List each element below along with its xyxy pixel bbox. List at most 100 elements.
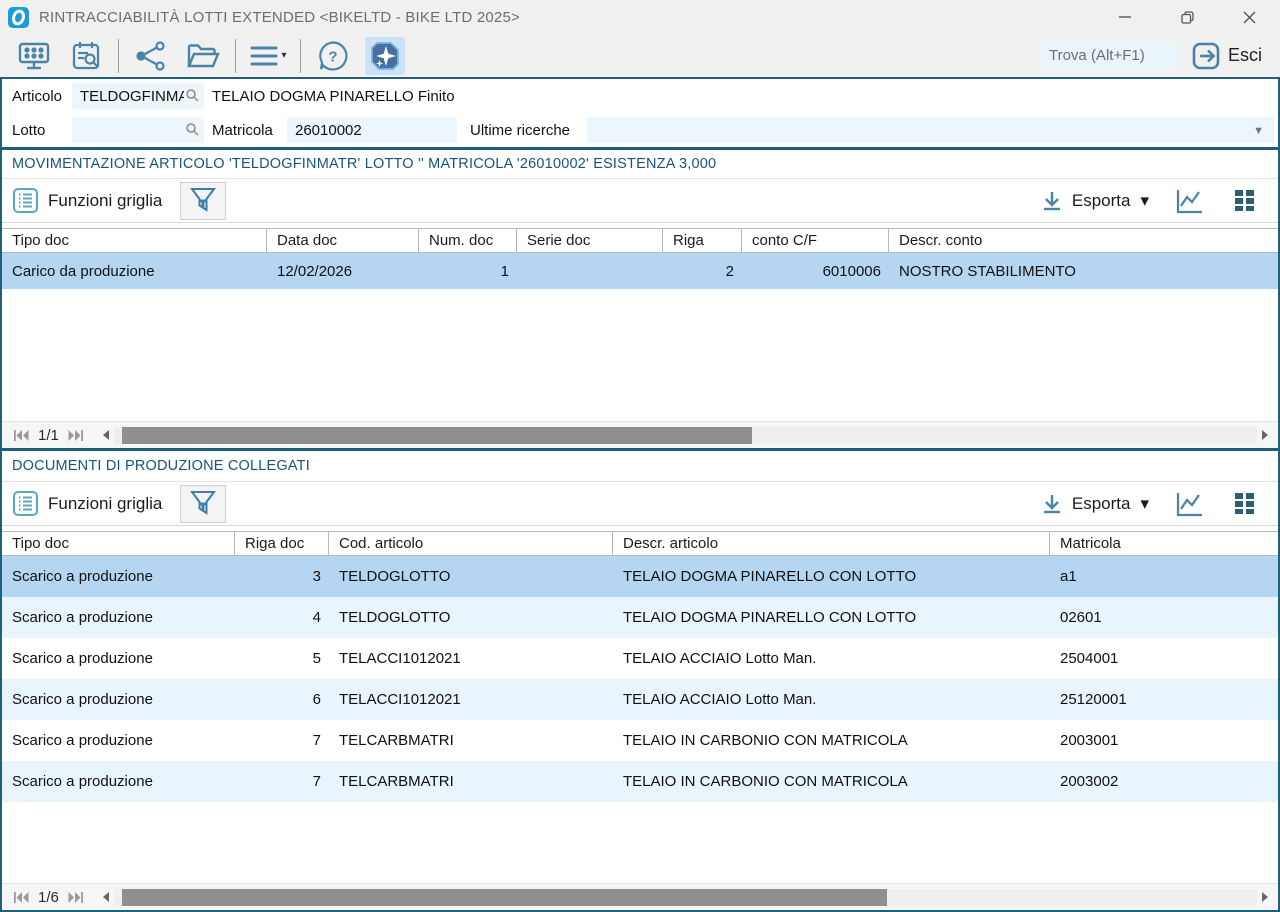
table-cell: 2003001 <box>1050 720 1278 761</box>
scroll-right-icon[interactable] <box>1257 430 1274 440</box>
chevron-down-icon: ▾ <box>1140 191 1149 211</box>
ultime-ricerche-label: Ultime ricerche <box>470 122 570 139</box>
svg-text:?: ? <box>328 48 337 65</box>
documenti-section-title: DOCUMENTI DI PRODUZIONE COLLEGATI <box>2 451 1278 482</box>
minimize-button[interactable] <box>1094 0 1156 34</box>
table-cell: 6010006 <box>742 253 889 289</box>
share-icon[interactable] <box>125 37 177 75</box>
table-row[interactable]: Scarico a produzione5TELACCI1012021TELAI… <box>2 638 1278 679</box>
column-header[interactable]: Num. doc <box>419 229 517 252</box>
sparkle-ai-icon[interactable] <box>365 37 405 75</box>
search-input[interactable]: Trova (Alt+F1) <box>1041 43 1177 69</box>
table-cell: TELDOGLOTTO <box>329 597 613 638</box>
first-page-icon[interactable] <box>10 892 32 903</box>
table-cell: 12/02/2026 <box>267 253 419 289</box>
funzioni-griglia-label[interactable]: Funzioni griglia <box>48 494 162 514</box>
table-cell: 6 <box>235 679 329 720</box>
column-header[interactable]: Cod. articolo <box>329 532 613 555</box>
page-indicator: 1/6 <box>38 889 59 906</box>
first-page-icon[interactable] <box>10 430 32 441</box>
chart-button[interactable] <box>1175 491 1203 517</box>
table-cell: 7 <box>235 720 329 761</box>
grid2-toolbar: Funzioni griglia T Esporta ▾ <box>2 482 1278 526</box>
matricola-label: Matricola <box>212 122 273 139</box>
column-header[interactable]: Descr. conto <box>889 229 1278 252</box>
exit-button[interactable]: Esci <box>1191 41 1262 71</box>
toolbar-separator <box>118 39 119 73</box>
column-header[interactable]: Tipo doc <box>2 229 267 252</box>
calendar-search-icon[interactable] <box>60 37 112 75</box>
help-icon[interactable]: ? <box>307 37 359 75</box>
chevron-down-icon: ▾ <box>281 50 286 61</box>
column-header[interactable]: Data doc <box>267 229 419 252</box>
restore-button[interactable] <box>1156 0 1218 34</box>
funzioni-griglia-label[interactable]: Funzioni griglia <box>48 191 162 211</box>
search-icon[interactable] <box>185 122 199 136</box>
esporta-button[interactable]: Esporta ▾ <box>1040 492 1149 516</box>
table-cell: 25120001 <box>1050 679 1278 720</box>
window-title: RINTRACCIABILITÀ LOTTI EXTENDED <BIKELTD… <box>39 9 1094 26</box>
table-cell: 3 <box>235 556 329 597</box>
grid1-pager: 1/1 <box>2 421 1278 448</box>
scroll-left-icon[interactable] <box>97 430 114 440</box>
column-header[interactable]: Descr. articolo <box>613 532 1050 555</box>
table-row[interactable]: Scarico a produzione3TELDOGLOTTOTELAIO D… <box>2 556 1278 597</box>
table-row[interactable]: Carico da produzione12/02/2026126010006N… <box>2 253 1278 289</box>
last-page-icon[interactable] <box>65 430 87 441</box>
table-row[interactable]: Scarico a produzione4TELDOGLOTTOTELAIO D… <box>2 597 1278 638</box>
table-row[interactable]: Scarico a produzione7TELCARBMATRITELAIO … <box>2 720 1278 761</box>
content-area: Articolo TELDOGFINMATR TELAIO DOGMA PINA… <box>0 77 1280 912</box>
scrollbar-thumb[interactable] <box>122 889 887 906</box>
last-page-icon[interactable] <box>65 892 87 903</box>
filter-button[interactable]: T <box>180 182 226 220</box>
esporta-button[interactable]: Esporta ▾ <box>1040 189 1149 213</box>
movimentazione-section-title: MOVIMENTAZIONE ARTICOLO 'TELDOGFINMATR' … <box>2 150 1278 179</box>
page-indicator: 1/1 <box>38 427 59 444</box>
table-cell: TELDOGLOTTO <box>329 556 613 597</box>
table-cell: Scarico a produzione <box>2 638 235 679</box>
folder-icon[interactable] <box>177 37 229 75</box>
close-button[interactable] <box>1218 0 1280 34</box>
horizontal-scrollbar[interactable] <box>97 427 1274 444</box>
ultime-ricerche-dropdown[interactable]: ▼ <box>587 117 1274 143</box>
table-cell: Scarico a produzione <box>2 597 235 638</box>
scroll-left-icon[interactable] <box>97 892 114 902</box>
column-header[interactable]: Riga doc <box>235 532 329 555</box>
articolo-input[interactable]: TELDOGFINMATR <box>72 83 204 109</box>
column-header[interactable]: Serie doc <box>517 229 663 252</box>
grid-header-row: Tipo docRiga docCod. articoloDescr. arti… <box>2 531 1278 556</box>
lotto-input[interactable] <box>72 117 204 143</box>
search-icon[interactable] <box>185 88 199 102</box>
table-row[interactable]: Scarico a produzione6TELACCI1012021TELAI… <box>2 679 1278 720</box>
scrollbar-thumb[interactable] <box>122 427 752 444</box>
exit-arrow-icon <box>1191 41 1221 71</box>
funzioni-griglia-icon[interactable] <box>12 490 39 517</box>
grid2-pager: 1/6 <box>2 883 1278 910</box>
scrollbar-track[interactable] <box>114 427 1257 444</box>
chevron-down-icon: ▾ <box>1140 494 1149 514</box>
filter-button[interactable]: T <box>180 485 226 523</box>
table-row[interactable]: Scarico a produzione7TELCARBMATRITELAIO … <box>2 761 1278 802</box>
column-header[interactable]: Matricola <box>1050 532 1278 555</box>
line-chart-icon <box>1175 491 1203 517</box>
chart-button[interactable] <box>1175 188 1203 214</box>
table-cell: TELAIO IN CARBONIO CON MATRICOLA <box>613 761 1050 802</box>
grid-layout-button[interactable] <box>1233 492 1256 515</box>
funzioni-griglia-icon[interactable] <box>12 187 39 214</box>
menu-icon[interactable]: ▾ <box>242 37 294 75</box>
matricola-input[interactable]: 26010002 <box>287 117 457 143</box>
scroll-right-icon[interactable] <box>1257 892 1274 902</box>
esporta-label: Esporta <box>1072 494 1131 514</box>
grid1-toolbar: Funzioni griglia T Esporta ▾ <box>2 179 1278 223</box>
column-header[interactable]: conto C/F <box>742 229 889 252</box>
search-form: Articolo TELDOGFINMATR TELAIO DOGMA PINA… <box>2 79 1278 147</box>
horizontal-scrollbar[interactable] <box>97 889 1274 906</box>
table-cell: Scarico a produzione <box>2 679 235 720</box>
column-header[interactable]: Tipo doc <box>2 532 235 555</box>
scrollbar-track[interactable] <box>114 889 1257 906</box>
monitor-grid-icon[interactable] <box>8 37 60 75</box>
exit-label: Esci <box>1228 45 1262 66</box>
esporta-label: Esporta <box>1072 191 1131 211</box>
grid-layout-button[interactable] <box>1233 189 1256 212</box>
column-header[interactable]: Riga <box>663 229 742 252</box>
